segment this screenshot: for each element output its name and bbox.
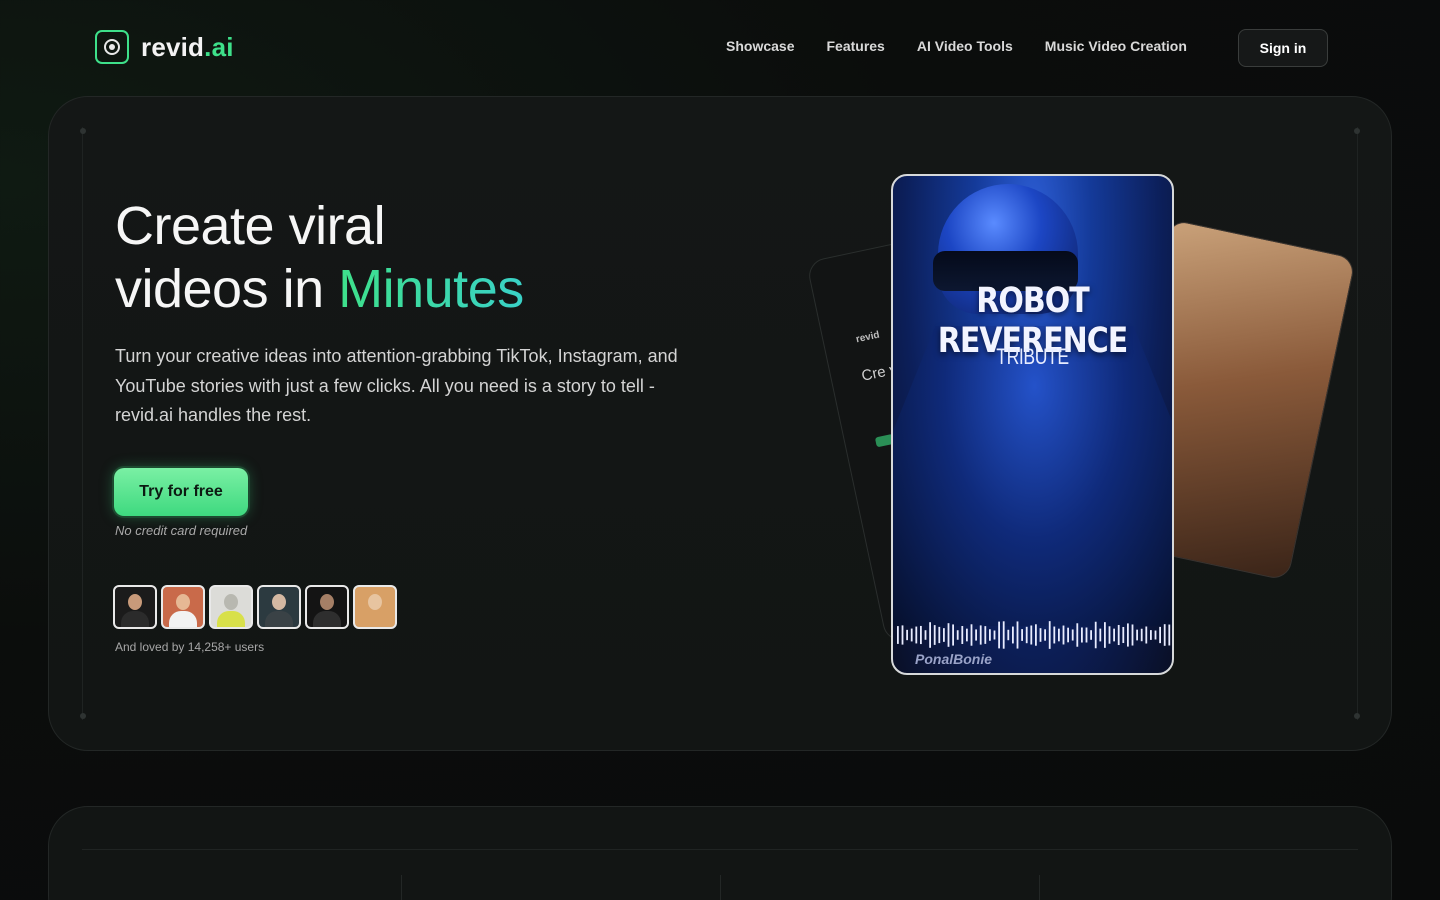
- waveform-bar: [1039, 628, 1042, 642]
- video-brand-watermark: PonalBonie: [915, 651, 993, 667]
- user-avatar-1: [113, 585, 157, 629]
- waveform-bar: [1150, 630, 1152, 640]
- waveform-bar: [966, 628, 968, 642]
- waveform-bar: [1021, 629, 1023, 641]
- showcase-video-preview[interactable]: ROBOT REVERENCE TRIBUTE PonalBonie: [891, 174, 1174, 675]
- waveform-bar: [929, 622, 931, 648]
- waveform-bar: [1140, 628, 1143, 642]
- waveform-bar: [1131, 624, 1134, 646]
- waveform-bar: [961, 626, 964, 644]
- waveform-bar: [1127, 623, 1129, 647]
- waveform-bar: [1117, 624, 1120, 646]
- user-avatar-2: [161, 585, 205, 629]
- social-proof-text: And loved by 14,258+ users: [115, 640, 265, 654]
- video-subtitle: TRIBUTE: [996, 344, 1069, 369]
- waveform-bar: [1113, 628, 1115, 642]
- waveform-bar: [943, 628, 945, 642]
- waveform-bar: [901, 625, 904, 645]
- sign-in-button[interactable]: Sign in: [1238, 29, 1328, 67]
- try-for-free-button[interactable]: Try for free: [114, 468, 248, 516]
- waveform-bar: [1122, 626, 1125, 644]
- waveform-bar: [1145, 626, 1148, 644]
- waveform-bar: [1062, 625, 1065, 645]
- nav-links: Showcase Features AI Video Tools Music V…: [726, 38, 1187, 54]
- nav-link-ai-video-tools[interactable]: AI Video Tools: [917, 38, 1013, 54]
- video-subject-jacket: [893, 326, 1172, 626]
- waveform-bar: [1168, 624, 1171, 646]
- waveform-bar: [989, 629, 991, 641]
- waveform-bar: [1058, 628, 1060, 642]
- brand-wordmark: revid.ai: [141, 31, 234, 62]
- waveform-bar: [920, 625, 922, 645]
- waveform-bar: [993, 630, 996, 640]
- audio-waveform: [897, 621, 1171, 649]
- top-navbar: revid.ai Showcase Features AI Video Tool…: [0, 0, 1440, 96]
- waveform-bar: [947, 623, 950, 647]
- mini-brand-label: revid: [854, 329, 881, 346]
- waveform-bar: [1076, 623, 1079, 647]
- waveform-bar: [1163, 624, 1166, 646]
- waveform-bar: [1090, 630, 1092, 640]
- waveform-bar: [1016, 621, 1019, 649]
- waveform-bar: [1099, 628, 1102, 642]
- waveform-bar: [933, 625, 936, 645]
- user-avatars: [113, 585, 397, 629]
- camera-lens-icon: [95, 30, 129, 64]
- waveform-bar: [975, 629, 977, 641]
- user-avatar-6: [353, 585, 397, 629]
- stats-section: [48, 806, 1392, 900]
- waveform-bar: [956, 630, 959, 640]
- hero-section: Create viral videos in Minutes Turn your…: [48, 96, 1392, 751]
- waveform-bar: [1044, 629, 1046, 641]
- waveform-bar: [984, 626, 987, 644]
- waveform-bar: [1067, 627, 1069, 643]
- user-avatar-3: [209, 585, 253, 629]
- waveform-bar: [1053, 626, 1056, 644]
- waveform-bar: [910, 628, 913, 642]
- waveform-bar: [1035, 624, 1037, 646]
- waveform-bar: [906, 629, 908, 641]
- user-avatar-5: [305, 585, 349, 629]
- waveform-bar: [1012, 626, 1014, 644]
- waveform-bar: [1104, 622, 1106, 648]
- nav-link-music-video-creation[interactable]: Music Video Creation: [1045, 38, 1187, 54]
- waveform-bar: [1081, 627, 1083, 643]
- waveform-bar: [915, 626, 918, 644]
- brand-logo[interactable]: revid.ai: [95, 30, 234, 64]
- waveform-bar: [1002, 621, 1005, 649]
- waveform-bar: [1048, 621, 1051, 649]
- waveform-bar: [979, 625, 982, 645]
- waveform-bar: [952, 624, 954, 646]
- hero-headline: Create viral videos in Minutes: [115, 196, 524, 319]
- waveform-bar: [897, 626, 899, 644]
- no-credit-card-note: No credit card required: [115, 523, 248, 538]
- waveform-bar: [1108, 626, 1111, 644]
- waveform-bar: [1025, 626, 1028, 644]
- hero-description: Turn your creative ideas into attention-…: [115, 346, 678, 425]
- waveform-bar: [938, 626, 941, 644]
- waveform-bar: [998, 621, 1000, 649]
- waveform-bar: [1136, 629, 1138, 641]
- waveform-bar: [1154, 630, 1157, 640]
- nav-link-features[interactable]: Features: [826, 38, 884, 54]
- nav-link-showcase[interactable]: Showcase: [726, 38, 794, 54]
- waveform-bar: [970, 624, 973, 646]
- waveform-bar: [1094, 621, 1097, 649]
- user-avatar-4: [257, 585, 301, 629]
- headline-accent: Minutes: [338, 259, 524, 319]
- waveform-bar: [924, 630, 927, 640]
- waveform-bar: [1159, 626, 1161, 644]
- waveform-bar: [1007, 629, 1010, 641]
- waveform-bar: [1071, 629, 1074, 641]
- waveform-bar: [1030, 625, 1033, 645]
- waveform-bar: [1085, 627, 1088, 643]
